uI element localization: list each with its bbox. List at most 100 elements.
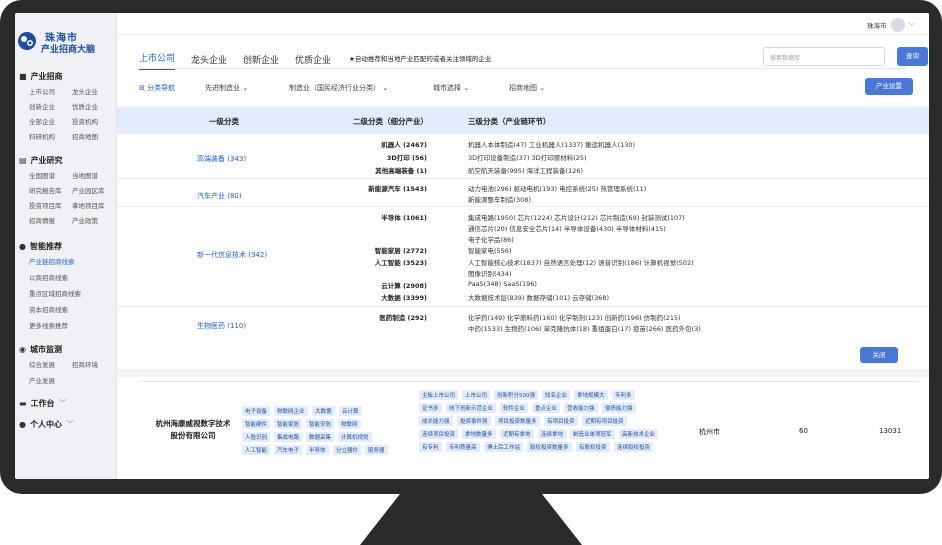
industry-tag[interactable]: 数据采集 (306, 432, 335, 442)
subcategory[interactable]: 云计算 (2908) (327, 280, 427, 290)
sidebar-item-chain-leads[interactable]: 产业链招商线索 (29, 256, 75, 266)
subcategory[interactable]: 大数据 (3399) (327, 292, 427, 302)
search-input[interactable]: 搜索数据库 (763, 47, 885, 66)
category-nav[interactable]: ⊞ 分类导航 (139, 83, 175, 93)
chain-items[interactable]: 图像识别(434) (468, 268, 511, 278)
user-menu[interactable]: 珠海市 ﹀ (867, 18, 915, 32)
sidebar-item-investors[interactable]: 投资机构 (72, 116, 98, 126)
industry-tag[interactable]: 大数据 (312, 406, 335, 416)
subcategory[interactable]: 新能源汽车 (1543) (327, 183, 427, 193)
chain-items[interactable]: 机器人本体制造(47) 工业机器人(1337) 搬运机器人(130) (468, 139, 635, 149)
sidebar-item-land[interactable]: 拿地项目库 (72, 200, 105, 210)
sidebar-item-intel[interactable]: 招商情报 (29, 215, 55, 225)
filter-manufacturing-class[interactable]: 制造业（国民经济行业分类） ⌄ (289, 83, 388, 93)
status-tag[interactable]: 投资事件强 (457, 416, 491, 426)
status-tag[interactable]: 股权投资数量多 (527, 442, 572, 452)
status-tag[interactable]: 高新技术企业 (619, 429, 659, 439)
sidebar-item-leader[interactable]: 龙头企业 (72, 86, 98, 96)
section-investment[interactable]: ■ 产业招商 (19, 71, 63, 82)
app-logo[interactable]: 珠海市 产业招商大脑 (17, 27, 115, 57)
chain-items[interactable]: 化学药(149) 化学原料药(160) 化学制剂(123) 创新药(196) 仿… (468, 312, 681, 322)
category-link[interactable]: 高端装备 (343) (197, 154, 246, 164)
sidebar-item-national-map[interactable]: 全国图谱 (29, 170, 55, 180)
sidebar-item-overall[interactable]: 综合发展 (29, 359, 55, 369)
chain-items[interactable]: 智能家电(556) (468, 245, 511, 255)
company-name[interactable]: 杭州海康威视数字技术股份有限公司 (153, 418, 233, 442)
status-tag[interactable]: 近期有项目投资 (582, 416, 627, 426)
category-link[interactable]: 生物医药 (110) (197, 321, 246, 331)
sidebar-item-all[interactable]: 全部企业 (29, 116, 55, 126)
sidebar-item-reports[interactable]: 研究报告库 (29, 185, 62, 195)
sidebar-item-policy[interactable]: 产业政策 (72, 215, 98, 225)
sidebar-item-local-map[interactable]: 当地图谱 (72, 170, 98, 180)
status-tag[interactable]: 博士后工作站 (484, 442, 524, 452)
sidebar-item-business-leads[interactable]: 以商招商线索 (29, 272, 68, 282)
industry-tag[interactable]: 人工智能 (242, 445, 271, 455)
sidebar-item-industry-dev[interactable]: 产业发展 (29, 375, 55, 385)
section-profile[interactable]: ● 个人中心 ﹀ (19, 419, 74, 430)
subcategory[interactable]: 人工智能 (3523) (327, 257, 427, 267)
filter-city[interactable]: 城市选择 ⌄ (433, 83, 469, 93)
sidebar-item-more-leads[interactable]: 更多线索推荐 (29, 320, 68, 330)
section-recommend[interactable]: ● 智能推荐 (19, 241, 62, 252)
industry-tag[interactable]: 物联网 (338, 419, 361, 429)
section-monitor[interactable]: ◉ 城市监测 (19, 344, 62, 355)
subcategory[interactable]: 医药制造 (292) (327, 312, 427, 322)
sidebar-item-research-org[interactable]: 科研机构 (29, 131, 55, 141)
subcategory[interactable]: 半导体 (1061) (327, 212, 427, 222)
status-tag[interactable]: 证书多 (419, 403, 442, 413)
chain-items[interactable]: 中药(1533) 生物药(106) 单克隆抗体(18) 重组蛋白(17) 疫苗(… (468, 323, 701, 333)
industry-tag[interactable]: 智能家居 (274, 419, 303, 429)
industry-tag[interactable]: 半导体 (306, 445, 329, 455)
status-tag[interactable]: 拿地数量多 (462, 429, 496, 439)
chain-items[interactable]: 大数据技术层(839) 数据存储(101) 云存储(368) (468, 292, 609, 302)
sidebar-item-map[interactable]: 招商地图 (72, 131, 98, 141)
industry-tag[interactable]: 服务器 (365, 445, 388, 455)
sidebar-item-projects[interactable]: 投资项目库 (29, 200, 62, 210)
chain-items[interactable]: 集成电路(1950) 芯片(1224) 芯片设计(212) 芯片制造(69) 封… (468, 212, 685, 222)
industry-tag[interactable]: 智能安防 (306, 419, 335, 429)
industry-settings-button[interactable]: 产业设置 (865, 78, 913, 95)
avatar[interactable] (890, 18, 905, 32)
chain-items[interactable]: 3D打印设备制造(37) 3D打印原材料(25) (468, 152, 587, 162)
industry-tag[interactable]: 云计算 (339, 406, 362, 416)
status-tag[interactable]: 拿地规模大 (574, 390, 608, 400)
chain-items[interactable]: 电子化学品(86) (468, 234, 514, 244)
subcategory[interactable]: 其他高端装备 (1) (327, 165, 427, 175)
industry-tag[interactable]: 计算机视觉 (338, 432, 372, 442)
status-tag[interactable]: 线下创新示范企业 (446, 403, 497, 413)
status-tag[interactable]: 专利质量高 (446, 442, 480, 452)
section-research[interactable]: ▤ 产业研究 (19, 155, 63, 166)
status-tag[interactable]: 重点企业 (532, 403, 561, 413)
status-tag[interactable]: 制造业单项冠军 (570, 429, 615, 439)
status-tag[interactable]: 创新积分500强 (494, 390, 538, 400)
status-tag[interactable]: 连续股权投资 (614, 442, 654, 452)
subcategory[interactable]: 机器人 (2467) (327, 139, 427, 149)
chain-items[interactable]: 动力电池(296) 驱动电机(193) 电控系统(25) 热管理系统(11) (468, 183, 646, 193)
sidebar-item-innovative[interactable]: 创新企业 (29, 101, 55, 111)
status-tag[interactable]: 成长能力强 (419, 416, 453, 426)
status-tag[interactable]: 偿债能力强 (602, 403, 636, 413)
status-tag[interactable]: 连续拿地 (538, 429, 567, 439)
sidebar-item-parks[interactable]: 产业园区库 (72, 185, 105, 195)
status-tag[interactable]: 连续项目投资 (419, 429, 459, 439)
close-button[interactable]: 关闭 (860, 347, 898, 363)
status-tag[interactable]: 项目投资数量多 (495, 416, 540, 426)
search-button[interactable]: 查询 (897, 47, 928, 66)
industry-tag[interactable]: 智能硬件 (242, 419, 271, 429)
status-tag[interactable]: 营收能力强 (564, 403, 598, 413)
chain-items[interactable]: 通信芯片(20) 信息安全芯片(14) 半导体设备(430) 半导体材料(415… (468, 223, 666, 233)
industry-tag[interactable]: 汽车电子 (274, 445, 303, 455)
filter-map[interactable]: 招商地图 ⌄ (509, 83, 545, 93)
chain-items[interactable]: 人工智能核心技术(1837) 自然语言处理(12) 语音识别(186) 计算机视… (468, 257, 694, 267)
status-tag[interactable]: 专利多 (612, 390, 635, 400)
section-workbench[interactable]: ▬ 工作台 ﹀ (19, 398, 67, 409)
subcategory[interactable]: 3D打印 (56) (327, 152, 427, 162)
sidebar-item-environment[interactable]: 招商环境 (72, 359, 98, 369)
sidebar-item-region-leads[interactable]: 重点区域招商线索 (29, 288, 81, 298)
sidebar-item-listed[interactable]: 上市公司 (29, 86, 55, 96)
subcategory[interactable]: 智能家居 (2772) (327, 245, 427, 255)
status-tag[interactable]: 知名企业 (542, 390, 571, 400)
category-link[interactable]: 汽车产业 (80) (197, 191, 242, 201)
sidebar-item-capital-leads[interactable]: 资本招商线索 (29, 304, 68, 314)
